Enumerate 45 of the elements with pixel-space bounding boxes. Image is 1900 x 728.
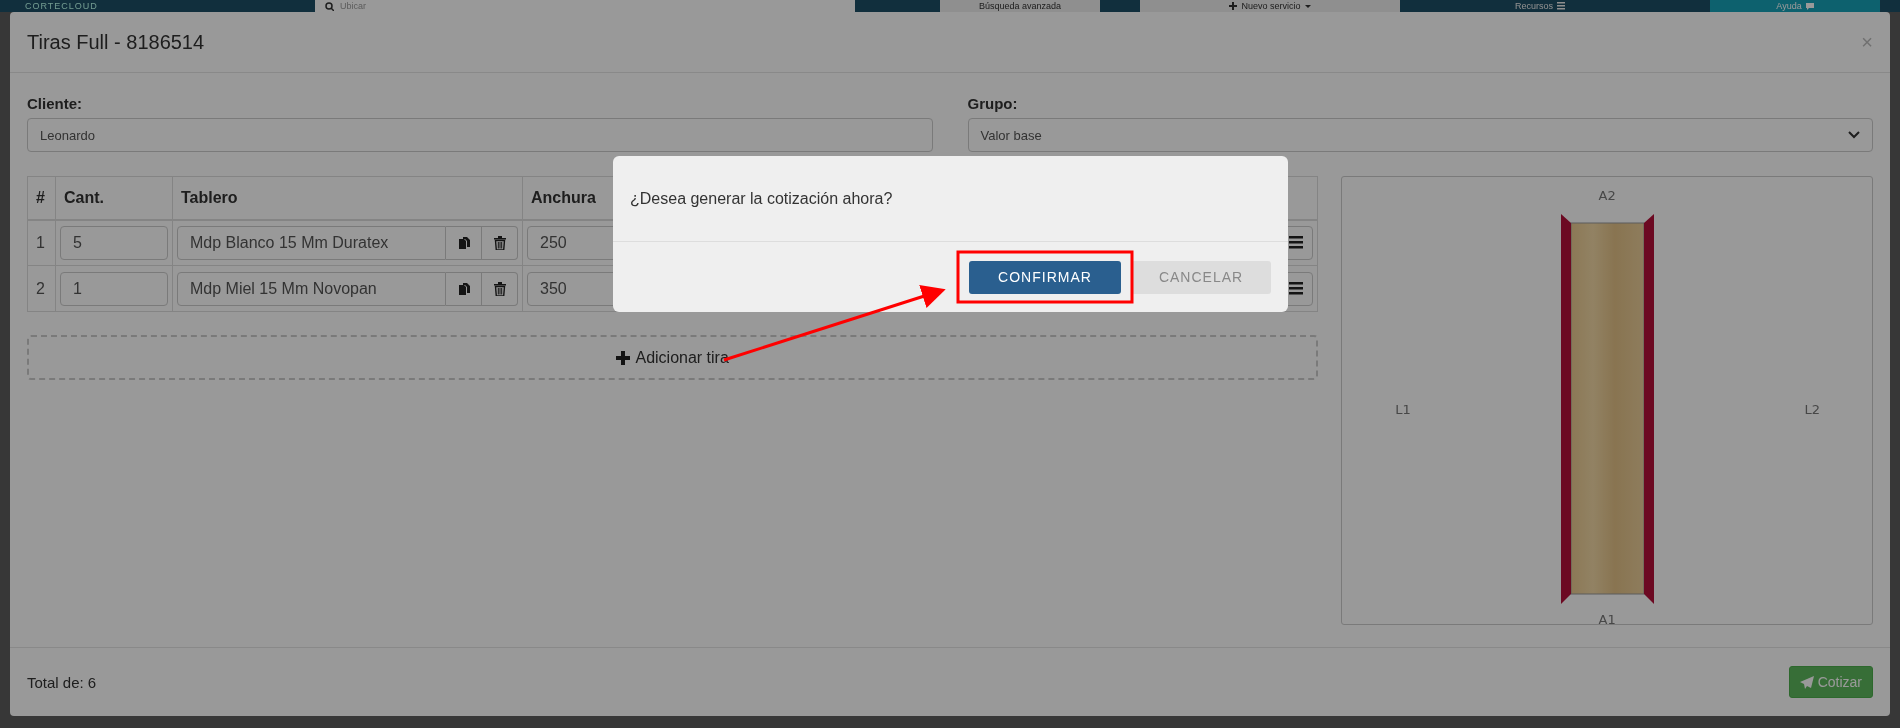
menu-icon (1289, 282, 1304, 295)
modal-title: Tiras Full - 8186514 (27, 30, 205, 54)
column-header: Cant. (55, 176, 173, 220)
edge-label: L1 (1394, 401, 1412, 417)
client-field[interactable]: Leonardo (27, 118, 933, 152)
cancel-button[interactable]: CANCELAR (1131, 260, 1271, 294)
plus-icon (616, 350, 631, 365)
column-header: Tablero (172, 176, 523, 220)
dialog-message: ¿Desea generar la cotización ahora? (613, 156, 1288, 242)
copy-icon (457, 235, 470, 250)
trash-icon (493, 235, 506, 250)
trash-icon (493, 281, 506, 296)
column-header: # (27, 176, 56, 220)
confirm-button[interactable]: CONFIRMAR (969, 260, 1121, 294)
edge-label: A1 (1597, 611, 1617, 627)
group-select[interactable]: Valor base (967, 118, 1873, 152)
dropdown-button[interactable]: Nuevo servicio (1140, 0, 1400, 12)
caret-icon (1304, 4, 1311, 8)
row-number: 1 (27, 219, 56, 266)
delete-button[interactable] (482, 271, 518, 306)
edge-label: L2 (1804, 401, 1821, 417)
copy-icon (457, 281, 470, 296)
copy-button[interactable] (446, 225, 482, 260)
search-icon (325, 1, 334, 11)
chevron-icon (1848, 131, 1860, 139)
send-icon (1799, 675, 1814, 689)
quantity-field[interactable]: 5 (60, 225, 168, 260)
nav-button[interactable]: Ayuda (1710, 0, 1880, 12)
copy-button[interactable] (446, 271, 482, 306)
plus-icon (1229, 2, 1238, 10)
comment-icon (1805, 2, 1814, 10)
board-field[interactable]: Mdp Blanco 15 Mm Duratex (177, 225, 446, 260)
menu-icon (1289, 236, 1304, 250)
field-label: Cliente: (27, 95, 83, 112)
board-field[interactable]: Mdp Miel 15 Mm Novopan (177, 271, 446, 306)
nav-button[interactable]: Búsqueda avanzada (940, 0, 1100, 12)
quantity-field[interactable]: 1 (60, 271, 168, 306)
field-label: Grupo: (967, 95, 1019, 112)
menu-button[interactable]: Recursos (1440, 0, 1640, 12)
row-number: 2 (27, 265, 56, 312)
edge-label: A2 (1597, 187, 1617, 205)
total-label: Total de: 6 (27, 673, 97, 691)
delete-button[interactable] (482, 225, 518, 260)
app-logo: CORTECLOUD (25, 1, 99, 11)
menu-icon (1557, 2, 1565, 10)
